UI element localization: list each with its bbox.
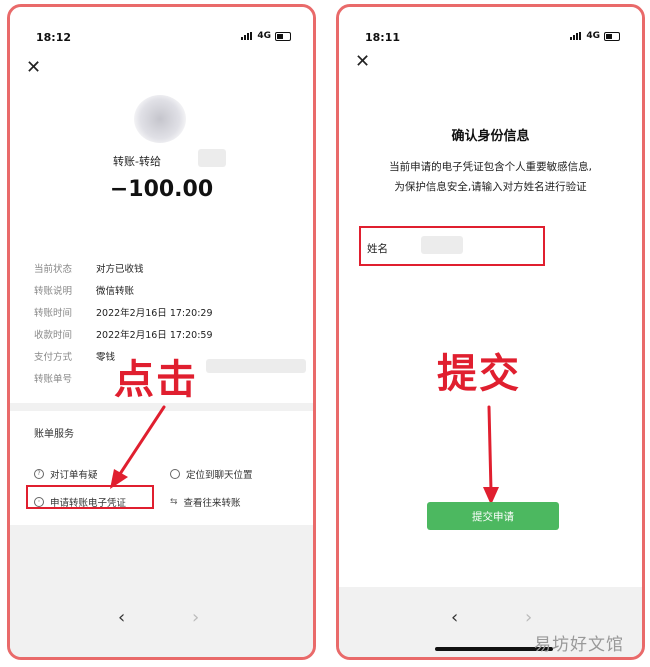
watermark: 易坊好文馆 <box>534 635 624 655</box>
forward-button[interactable]: › <box>192 607 199 628</box>
forward-button[interactable]: › <box>525 607 532 628</box>
left-screenshot: 18:12 4G ✕ 转账-转给 −100.00 当前状态 对方已收钱 转账说明微… <box>7 4 316 660</box>
back-button[interactable]: ‹ <box>451 607 458 628</box>
annotation-arrow <box>483 405 499 505</box>
submit-application-button[interactable]: 提交申请 <box>427 502 559 530</box>
back-button[interactable]: ‹ <box>118 607 125 628</box>
annotation-arrow <box>110 405 166 489</box>
right-screenshot: 18:11 4G ✕ 确认身份信息 当前申请的电子凭证包含个人重要敏感信息, 为… <box>336 4 645 660</box>
bottom-nav: ‹ › <box>10 587 313 657</box>
